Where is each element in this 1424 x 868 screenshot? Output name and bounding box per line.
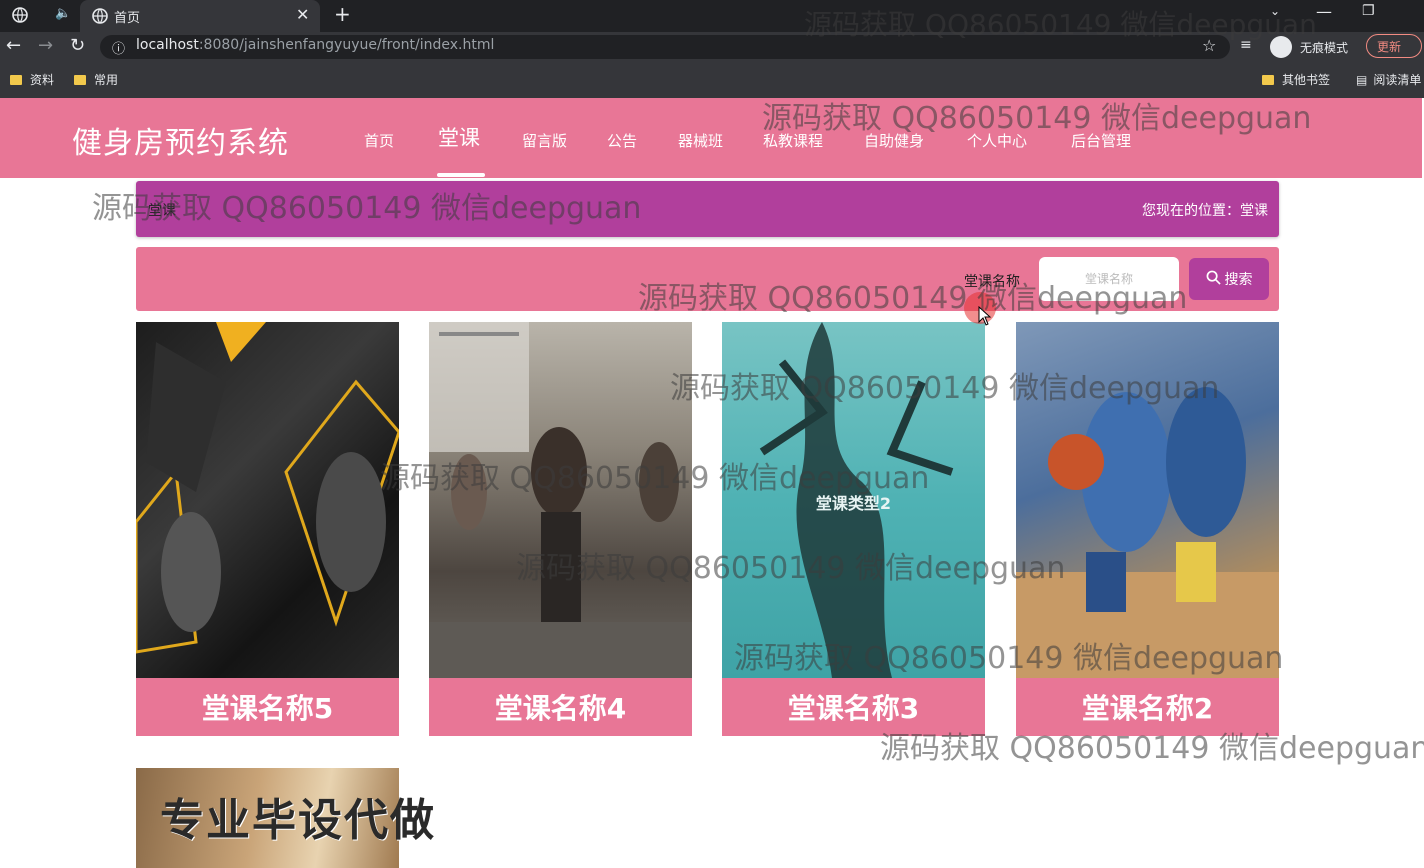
course-image <box>136 322 399 678</box>
nav-user-center[interactable]: 个人中心 <box>967 130 1027 151</box>
course-image: 堂课类型2 <box>722 322 985 678</box>
nav-equipment[interactable]: 器械班 <box>678 130 723 151</box>
nav-private-courses[interactable]: 私教课程 <box>763 130 823 151</box>
url-text: localhost:8080/jainshenfangyuyue/front/i… <box>136 37 495 53</box>
search-icon <box>1206 270 1221 289</box>
course-card[interactable]: 堂课类型2 堂课名称3 <box>722 322 985 736</box>
bookmark-folder[interactable]: 资料 <box>10 71 54 88</box>
cursor-icon <box>978 306 992 326</box>
close-icon[interactable]: ✕ <box>296 5 309 24</box>
site-title[interactable]: 健身房预约系统 <box>72 118 289 162</box>
forward-icon[interactable]: → <box>38 35 53 56</box>
globe-icon[interactable] <box>12 7 28 27</box>
breadcrumb <box>136 181 1279 237</box>
breadcrumb-position: 您现在的位置：堂课 <box>1142 203 1268 219</box>
new-tab-icon[interactable]: + <box>334 2 351 26</box>
media-queue-icon[interactable]: ≡ <box>1240 37 1252 53</box>
nav-self-fitness[interactable]: 自助健身 <box>864 130 924 151</box>
incognito-label: 无痕模式 <box>1300 41 1349 55</box>
course-image-label: 堂课类型2 <box>815 494 892 513</box>
course-caption: 堂课名称4 <box>429 678 692 736</box>
star-icon[interactable]: ☆ <box>1202 36 1216 55</box>
nav-active-indicator <box>437 173 485 177</box>
reading-list-icon: ▤ <box>1356 73 1368 87</box>
course-card[interactable]: 堂课名称5 <box>136 322 399 736</box>
reading-list[interactable]: ▤ 阅读清单 <box>1356 71 1421 88</box>
bookmark-folder[interactable]: 常用 <box>74 71 118 88</box>
search-input[interactable] <box>1039 257 1179 301</box>
course-caption: 堂课名称5 <box>136 678 399 736</box>
speaker-icon[interactable]: 🔈 <box>55 6 71 21</box>
bookmarks-bar <box>0 64 1424 98</box>
incognito-icon[interactable] <box>1270 36 1292 58</box>
course-caption: 堂课名称2 <box>1016 678 1279 736</box>
search-button-label: 搜索 <box>1224 272 1253 288</box>
course-card[interactable]: 堂课名称2 <box>1016 322 1279 736</box>
restore-icon[interactable]: ❐ <box>1362 3 1375 19</box>
folder-icon <box>1262 75 1274 85</box>
back-icon[interactable]: ← <box>6 35 21 56</box>
folder-icon <box>10 75 22 85</box>
nav-admin[interactable]: 后台管理 <box>1071 130 1131 151</box>
nav-guestbook[interactable]: 留言版 <box>522 130 567 151</box>
page-title: 堂课 <box>148 203 176 219</box>
minimize-icon[interactable]: — <box>1316 2 1332 21</box>
globe-icon <box>92 8 108 28</box>
folder-icon <box>74 75 86 85</box>
update-button[interactable]: 更新 <box>1366 34 1422 58</box>
course-caption: 堂课名称3 <box>722 678 985 736</box>
other-bookmarks[interactable]: 其他书签 <box>1262 71 1330 88</box>
info-icon[interactable]: ⓘ <box>112 38 125 57</box>
course-image-label: 专业毕设代做 <box>160 795 436 846</box>
nav-home[interactable]: 首页 <box>364 130 394 151</box>
tab-title: 首页 <box>114 11 141 26</box>
search-label: 堂课名称 <box>964 274 1020 290</box>
course-image <box>1016 322 1279 678</box>
nav-classes[interactable]: 堂课 <box>438 122 480 152</box>
reload-icon[interactable]: ↻ <box>70 35 85 56</box>
active-tab[interactable]: 首页 ✕ <box>80 0 320 32</box>
search-button[interactable]: 搜索 <box>1189 258 1269 300</box>
chevron-down-icon[interactable]: ⌄ <box>1270 4 1280 18</box>
nav-notice[interactable]: 公告 <box>607 130 637 151</box>
course-card[interactable]: 堂课名称4 <box>429 322 692 736</box>
course-image <box>429 322 692 678</box>
